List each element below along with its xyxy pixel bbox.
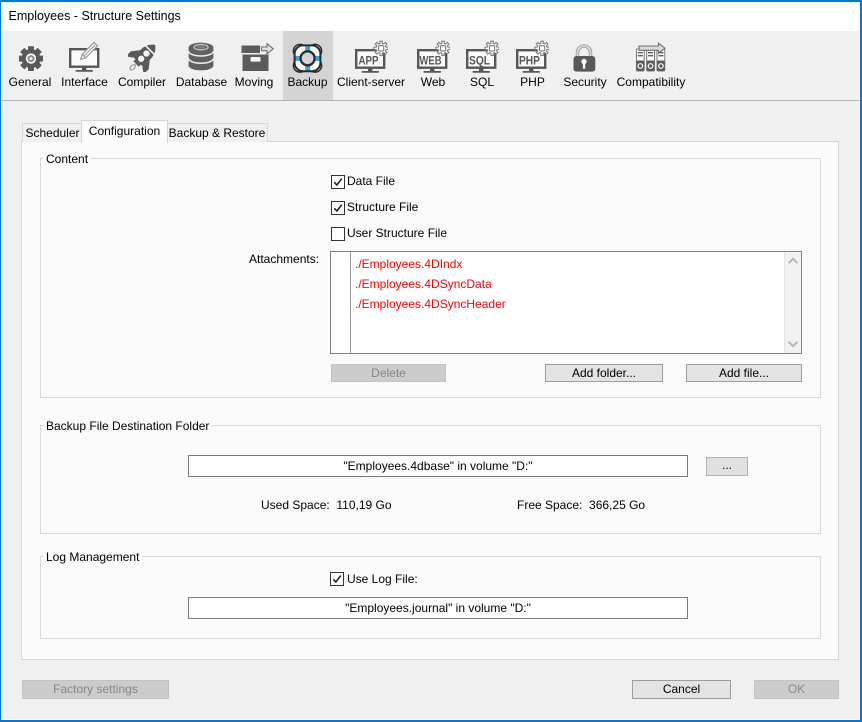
svg-text:WEB: WEB xyxy=(420,54,442,68)
svg-text:APP: APP xyxy=(359,54,379,68)
svg-text:PHP: PHP xyxy=(519,54,540,68)
svg-text:SQL: SQL xyxy=(469,54,490,68)
